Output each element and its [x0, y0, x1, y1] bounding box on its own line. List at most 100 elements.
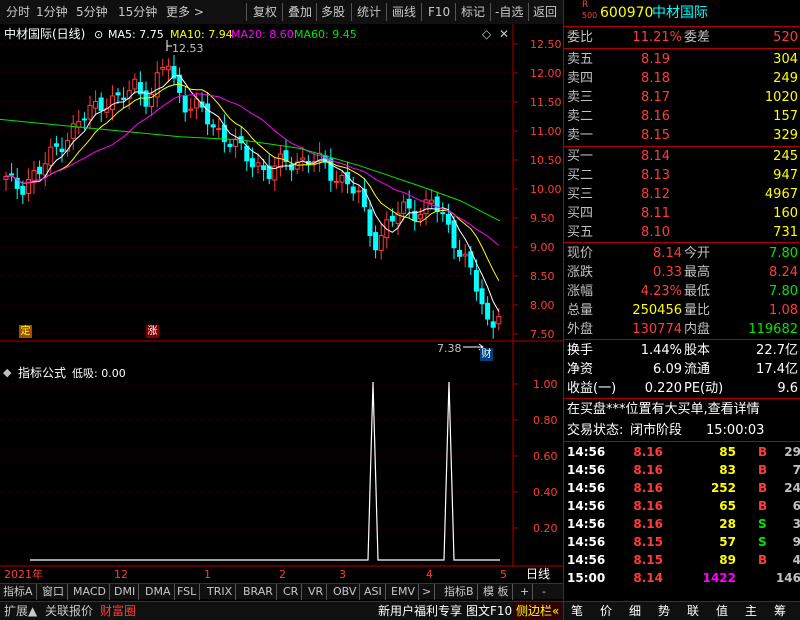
indicator-title[interactable]: 指标公式	[18, 366, 66, 380]
tab-macd[interactable]: MACD	[70, 584, 110, 600]
f10-button[interactable]: F10	[428, 4, 450, 21]
trade-price: 8.14	[633, 571, 663, 585]
chart-canvas: 12.50 12.00 11.50 11.00 10.50 10.00 9.50 9.00 8.…	[0, 24, 563, 567]
ask-volume: 1020	[764, 90, 798, 105]
stats-button[interactable]: 统计	[357, 4, 381, 21]
add-pane-button[interactable]: +	[517, 584, 534, 600]
period-tab-15min[interactable]: 15分钟	[118, 4, 157, 21]
remove-watchlist-button[interactable]: -自选	[495, 4, 523, 21]
trade-volume: 1422	[702, 571, 736, 585]
bid-price: 8.12	[641, 187, 670, 202]
candle-body	[210, 124, 216, 128]
price-axis-ticks: 12.50 12.00 11.50 11.00 10.50 10.00 9.50 9.00 8.…	[513, 38, 562, 341]
mark-button[interactable]: 标记	[461, 4, 485, 21]
tab-fsl[interactable]: FSL	[174, 584, 201, 600]
quote-label: 最低	[684, 284, 711, 299]
candle-body	[485, 302, 491, 320]
candle-body	[3, 175, 9, 180]
event-marker-ding[interactable]: 定	[19, 325, 32, 338]
candle-body	[87, 104, 93, 120]
trade-row: 14:56 8.16 252 B 24	[564, 479, 800, 497]
candle-body	[59, 148, 65, 153]
draw-line-button[interactable]: 画线	[392, 4, 416, 21]
bid-price: 8.11	[641, 206, 670, 221]
trade-time: 14:56	[567, 553, 606, 567]
candle-body	[406, 198, 412, 209]
ask-row: 卖五 8.19 304	[564, 50, 800, 69]
tab-emv[interactable]: EMV	[388, 584, 419, 600]
tab-trix[interactable]: TRIX	[204, 584, 237, 600]
tab-indicator-b[interactable]: 指标B	[441, 584, 478, 600]
weibi-value: 11.21%	[632, 30, 682, 45]
tab-brar[interactable]: BRAR	[240, 584, 277, 600]
price-tick-label: 11.50	[530, 96, 562, 109]
candle-body	[300, 157, 306, 161]
candle-body	[255, 162, 261, 167]
tab-cr[interactable]: CR	[280, 584, 303, 600]
expand-button[interactable]: 扩展▲	[4, 602, 37, 620]
event-marker-zhang[interactable]: 涨	[146, 325, 159, 338]
quote-row: 涨幅 4.23% 最低 7.80	[564, 282, 800, 301]
candle-body	[339, 174, 345, 183]
candle-body	[350, 186, 356, 194]
price-tick-label: 10.00	[530, 183, 562, 196]
price-tick-label: 8.50	[530, 270, 555, 283]
candle-body	[132, 78, 138, 90]
wealth-circle-button[interactable]: 财富圈	[100, 602, 136, 620]
overlay-button[interactable]: 叠加	[288, 4, 312, 21]
trade-row: 14:56 8.16 28 S 3	[564, 515, 800, 533]
big-order-notice[interactable]: 在买盘***位置有大买单,查看详情	[564, 400, 800, 419]
trade-count: 7	[792, 463, 800, 477]
candle-body	[249, 158, 255, 168]
indicator-header: ◆ 指标公式 低吸: 0.00	[0, 365, 513, 381]
candle-body	[378, 234, 384, 251]
fund-row: 换手 1.44% 股本 22.7亿	[564, 341, 800, 360]
tab-dma[interactable]: DMA	[142, 584, 175, 600]
notice-text[interactable]: 在买盘***位置有大买单,查看详情	[567, 400, 760, 419]
period-tab-5min[interactable]: 5分钟	[76, 4, 108, 21]
tab-indicator-a[interactable]: 指标A	[0, 584, 37, 600]
back-button[interactable]: 返回	[533, 4, 557, 21]
tab-obv[interactable]: OBV	[330, 584, 361, 600]
tab-vr[interactable]: VR	[305, 584, 328, 600]
stock-name: 中材国际	[652, 5, 708, 21]
related-quotes-button[interactable]: 关联报价	[45, 602, 93, 620]
trade-count: 4	[792, 553, 800, 567]
tab-asi[interactable]: ASI	[361, 584, 386, 600]
quote-label: 量比	[684, 303, 711, 318]
ask-volume: 157	[773, 109, 798, 124]
ask-price: 8.18	[641, 71, 670, 86]
fund-label: 净资	[567, 362, 594, 377]
period-tab-1min[interactable]: 1分钟	[36, 4, 68, 21]
period-tab-more[interactable]: 更多 >	[166, 4, 204, 21]
trade-status-row: 交易状态: 闭市阶段 15:00:03	[564, 421, 800, 440]
f10-graphic-button[interactable]: 图文F10	[466, 602, 512, 620]
candle-body	[188, 108, 194, 111]
period-label[interactable]: 日线	[526, 567, 550, 581]
candle-body	[182, 95, 188, 113]
fuquan-button[interactable]: 复权	[253, 4, 277, 21]
quote-label: 总量	[567, 303, 594, 318]
tab-template[interactable]: 模 板	[480, 584, 513, 600]
toolbar-divider	[316, 3, 317, 21]
indicator-collapse-icon[interactable]: ◆	[3, 366, 11, 380]
tab-dmi[interactable]: DMI	[111, 584, 140, 600]
multi-stock-button[interactable]: 多股	[321, 4, 345, 21]
toolbar-divider	[386, 3, 387, 21]
tabs-more-arrow[interactable]: >	[419, 584, 436, 600]
timeline-label-jan: 1	[204, 568, 211, 581]
new-user-promo[interactable]: 新用户福利专享	[378, 602, 462, 620]
candle-body	[457, 250, 463, 257]
tab-window[interactable]: 窗口	[39, 584, 68, 600]
trade-row: 14:56 8.15 57 S 9	[564, 533, 800, 551]
quote-value: 8.24	[769, 265, 798, 280]
event-marker-cai[interactable]: 财	[480, 348, 493, 361]
fund-value: 22.7亿	[756, 343, 798, 358]
remove-pane-button[interactable]: -	[539, 584, 549, 600]
price-tick-label: 12.00	[530, 67, 562, 80]
high-annotation: 12.53	[166, 40, 204, 55]
period-tab-fenshi[interactable]: 分时	[6, 4, 30, 21]
sidebar-toggle[interactable]: 侧边栏«	[514, 602, 562, 620]
trade-count: 6	[792, 499, 800, 513]
ask-volume: 329	[773, 128, 798, 143]
